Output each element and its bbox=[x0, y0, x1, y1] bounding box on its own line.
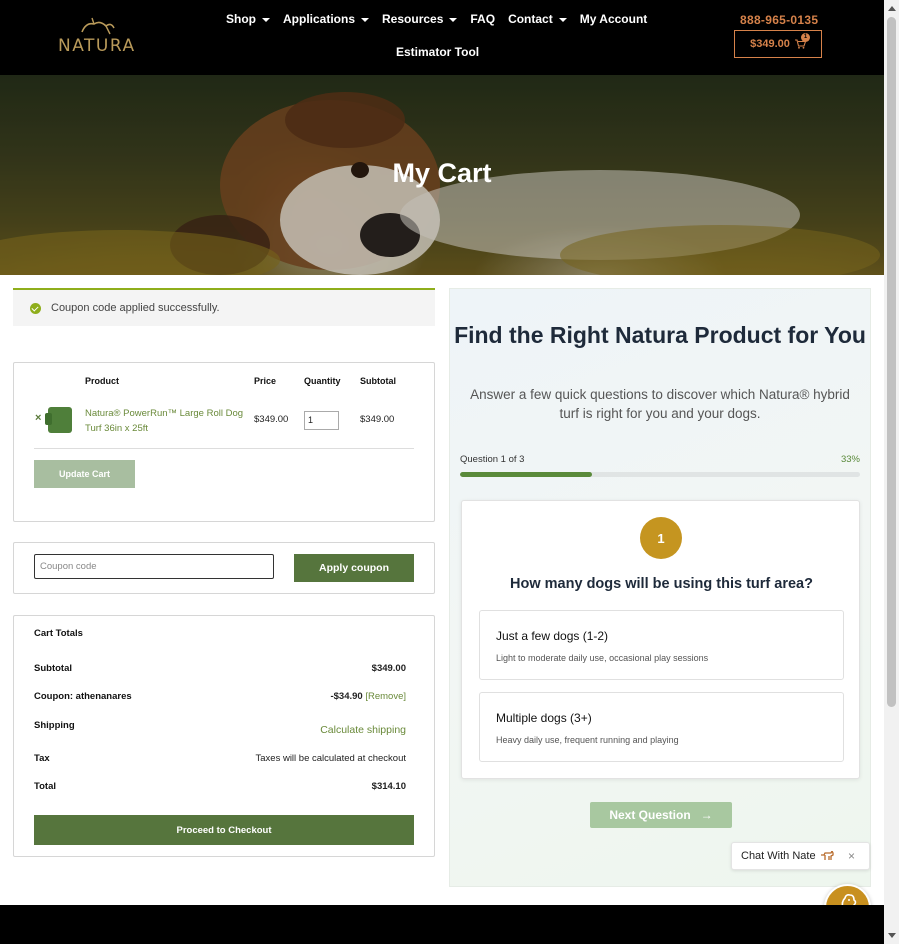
quiz-title: Find the Right Natura Product for You bbox=[454, 322, 866, 348]
column-header-subtotal: Subtotal bbox=[360, 376, 396, 386]
update-cart-button[interactable]: Update Cart bbox=[34, 460, 135, 488]
quiz-progress-fill bbox=[460, 472, 592, 477]
scrollbar-thumb[interactable] bbox=[887, 17, 896, 707]
column-header-price: Price bbox=[254, 376, 277, 386]
site-footer bbox=[0, 905, 884, 944]
calculate-shipping-link[interactable]: Calculate shipping bbox=[320, 724, 406, 736]
question-number-badge: 1 bbox=[640, 517, 682, 559]
chevron-down-icon bbox=[361, 17, 370, 22]
nav-my-account[interactable]: My Account bbox=[580, 12, 648, 26]
coupon-code-input[interactable]: Coupon code bbox=[34, 554, 274, 579]
product-name-link[interactable]: Natura® PowerRun™ Large Roll Dog Turf 36… bbox=[85, 406, 245, 436]
subtotal-label: Subtotal bbox=[34, 663, 72, 674]
cart-totals: Cart Totals Subtotal $349.00 Coupon: ath… bbox=[13, 615, 435, 857]
shipping-label: Shipping bbox=[34, 720, 75, 731]
tax-label: Tax bbox=[34, 753, 50, 764]
chat-prompt[interactable]: Chat With Nate × bbox=[731, 842, 870, 870]
nav-faq[interactable]: FAQ bbox=[470, 12, 495, 26]
chevron-down-icon bbox=[558, 17, 567, 22]
nav-shop[interactable]: Shop bbox=[226, 12, 270, 26]
cart-table: Product Price Quantity Subtotal × Natura… bbox=[13, 362, 435, 522]
option-multiple-dogs[interactable]: Multiple dogs (3+) Heavy daily use, freq… bbox=[479, 692, 844, 762]
dog-logo-icon bbox=[81, 17, 115, 35]
quiz-progress-bar bbox=[460, 472, 860, 477]
product-finder-quiz: Find the Right Natura Product for You An… bbox=[449, 288, 871, 887]
nav-estimator-tool[interactable]: Estimator Tool bbox=[396, 45, 479, 59]
header-cart-button[interactable]: $349.00 1 bbox=[734, 30, 822, 58]
notice-text: Coupon code applied successfully. bbox=[51, 302, 220, 314]
next-question-label: Next Question bbox=[609, 808, 691, 822]
phone-link[interactable]: 888-965-0135 bbox=[740, 13, 818, 27]
product-price: $349.00 bbox=[254, 414, 289, 425]
option-few-dogs[interactable]: Just a few dogs (1-2) Light to moderate … bbox=[479, 610, 844, 680]
hero-banner: My Cart bbox=[0, 75, 884, 275]
question-text: How many dogs will be using this turf ar… bbox=[510, 576, 813, 592]
nav-shop-label: Shop bbox=[226, 12, 256, 26]
remove-item-icon[interactable]: × bbox=[35, 412, 41, 424]
chevron-down-icon bbox=[262, 17, 270, 22]
subtotal-value: $349.00 bbox=[371, 663, 406, 674]
nav-resources-label: Resources bbox=[382, 12, 444, 26]
quiz-subtitle: Answer a few quick questions to discover… bbox=[470, 387, 850, 421]
natura-logo[interactable]: NATURA bbox=[58, 16, 138, 58]
check-circle-icon bbox=[30, 302, 41, 314]
product-subtotal: $349.00 bbox=[360, 414, 395, 425]
nav-applications[interactable]: Applications bbox=[283, 12, 370, 26]
apply-coupon-button[interactable]: Apply coupon bbox=[294, 554, 414, 582]
arrow-right-icon: → bbox=[700, 808, 713, 822]
next-question-button[interactable]: Next Question → bbox=[590, 802, 732, 828]
coupon-value: -$34.90 bbox=[330, 691, 363, 702]
coupon-success-notice: Coupon code applied successfully. bbox=[13, 288, 435, 326]
chat-label: Chat With Nate bbox=[741, 850, 816, 862]
nav-my-account-label: My Account bbox=[579, 12, 648, 26]
close-icon[interactable]: × bbox=[848, 849, 855, 863]
tax-value: Taxes will be calculated at checkout bbox=[255, 753, 407, 764]
question-card: 1 How many dogs will be using this turf … bbox=[461, 500, 860, 779]
coupon-discount: -$34.90 [Remove] bbox=[330, 691, 406, 702]
nav-contact-label: Contact bbox=[508, 12, 553, 26]
nav-applications-label: Applications bbox=[283, 12, 356, 26]
column-header-quantity: Quantity bbox=[304, 376, 341, 386]
cart-count-badge: 1 bbox=[801, 33, 810, 42]
page-scrollbar[interactable] bbox=[884, 0, 899, 944]
dog-icon bbox=[820, 851, 834, 860]
table-divider bbox=[34, 448, 414, 449]
remove-coupon-link[interactable]: [Remove] bbox=[365, 691, 406, 702]
total-label: Total bbox=[34, 781, 56, 792]
scroll-down-arrow-icon[interactable] bbox=[888, 933, 896, 938]
quantity-input[interactable]: 1 bbox=[304, 411, 339, 430]
nav-resources[interactable]: Resources bbox=[382, 12, 458, 26]
option-title: Multiple dogs (3+) bbox=[496, 711, 592, 725]
proceed-to-checkout-button[interactable]: Proceed to Checkout bbox=[34, 815, 414, 845]
coupon-section: Coupon code Apply coupon bbox=[13, 542, 435, 594]
nav-contact[interactable]: Contact bbox=[508, 12, 567, 26]
question-progress-percent: 33% bbox=[840, 454, 860, 465]
option-description: Light to moderate daily use, occasional … bbox=[496, 653, 709, 663]
cart-totals-title: Cart Totals bbox=[34, 628, 83, 639]
page-title: My Cart bbox=[392, 158, 492, 188]
logo-text: NATURA bbox=[58, 36, 136, 56]
site-header: NATURA Shop Applications Resources FAQ C… bbox=[0, 0, 884, 75]
question-progress-label: Question 1 of 3 bbox=[460, 454, 525, 465]
main-nav: Shop Applications Resources FAQ Contact … bbox=[226, 12, 648, 59]
chevron-down-icon bbox=[449, 17, 458, 22]
header-cart-total: $349.00 bbox=[750, 38, 790, 50]
option-description: Heavy daily use, frequent running and pl… bbox=[496, 735, 679, 745]
nav-faq-label: FAQ bbox=[470, 12, 496, 26]
page: NATURA Shop Applications Resources FAQ C… bbox=[0, 0, 899, 944]
column-header-product: Product bbox=[85, 376, 120, 386]
coupon-label: Coupon: athenanares bbox=[34, 691, 132, 702]
scroll-up-arrow-icon[interactable] bbox=[888, 6, 896, 11]
total-value: $314.10 bbox=[371, 781, 406, 792]
option-title: Just a few dogs (1-2) bbox=[496, 629, 609, 643]
product-thumbnail[interactable] bbox=[45, 407, 72, 433]
